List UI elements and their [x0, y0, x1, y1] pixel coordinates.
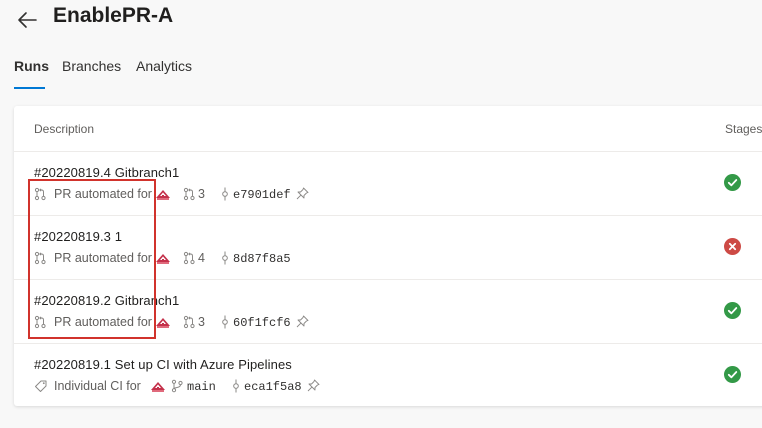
column-header-description: Description — [34, 122, 95, 136]
run-title[interactable]: #20220819.1 Set up CI with Azure Pipelin… — [34, 357, 292, 372]
page-header: EnablePR-A — [0, 0, 762, 44]
back-arrow-icon[interactable] — [16, 8, 38, 32]
avatar-icon — [150, 379, 166, 393]
avatar-icon — [155, 251, 171, 265]
run-title[interactable]: #20220819.3 1 — [34, 229, 122, 244]
source-ref[interactable]: 4 — [198, 251, 205, 265]
run-title[interactable]: #20220819.4 Gitbranch1 — [34, 165, 179, 180]
commit-icon — [220, 251, 230, 265]
pull-request-icon — [183, 251, 195, 265]
table-row[interactable]: #20220819.4 Gitbranch1 PR automated for 3 e… — [14, 151, 762, 216]
trigger-text: Individual CI for — [54, 379, 141, 393]
failed-status-icon[interactable] — [724, 238, 741, 255]
source-ref[interactable]: main — [187, 380, 216, 394]
tab-analytics[interactable]: Analytics — [136, 58, 192, 74]
avatar-icon — [155, 187, 171, 201]
trigger-text: PR automated for — [54, 315, 152, 329]
branch-icon — [171, 379, 183, 393]
table-row[interactable]: #20220819.1 Set up CI with Azure Pipelin… — [14, 343, 762, 408]
tab-runs[interactable]: Runs — [14, 58, 49, 74]
tag-icon — [34, 379, 48, 393]
source-ref[interactable]: 3 — [198, 187, 205, 201]
succeeded-status-icon[interactable] — [724, 302, 741, 319]
commit-hash[interactable]: e7901def — [233, 188, 291, 202]
pull-request-icon — [183, 315, 195, 329]
commit-hash[interactable]: 8d87f8a5 — [233, 252, 291, 266]
selected-tab-indicator — [14, 87, 45, 89]
pull-request-icon — [34, 251, 46, 265]
tab-branches[interactable]: Branches — [62, 58, 121, 74]
pin-icon[interactable] — [296, 315, 309, 328]
column-header-stages: Stages — [725, 122, 762, 136]
runs-table: Description Stages #20220819.4 Gitbranch… — [14, 106, 762, 406]
pull-request-icon — [183, 187, 195, 201]
pull-request-icon — [34, 187, 46, 201]
pin-icon[interactable] — [296, 187, 309, 200]
pin-icon[interactable] — [307, 379, 320, 392]
avatar-icon — [155, 315, 171, 329]
run-title[interactable]: #20220819.2 Gitbranch1 — [34, 293, 179, 308]
table-row[interactable]: #20220819.2 Gitbranch1 PR automated for 3 6… — [14, 279, 762, 344]
page-title: EnablePR-A — [53, 4, 174, 27]
succeeded-status-icon[interactable] — [724, 174, 741, 191]
succeeded-status-icon[interactable] — [724, 366, 741, 383]
trigger-text: PR automated for — [54, 251, 152, 265]
table-row[interactable]: #20220819.3 1 PR automated for 4 8d87f8a5 — [14, 215, 762, 280]
commit-icon — [220, 187, 230, 201]
commit-hash[interactable]: 60f1fcf6 — [233, 316, 291, 330]
commit-hash[interactable]: eca1f5a8 — [244, 380, 302, 394]
commit-icon — [231, 379, 241, 393]
trigger-text: PR automated for — [54, 187, 152, 201]
source-ref[interactable]: 3 — [198, 315, 205, 329]
commit-icon — [220, 315, 230, 329]
pull-request-icon — [34, 315, 46, 329]
